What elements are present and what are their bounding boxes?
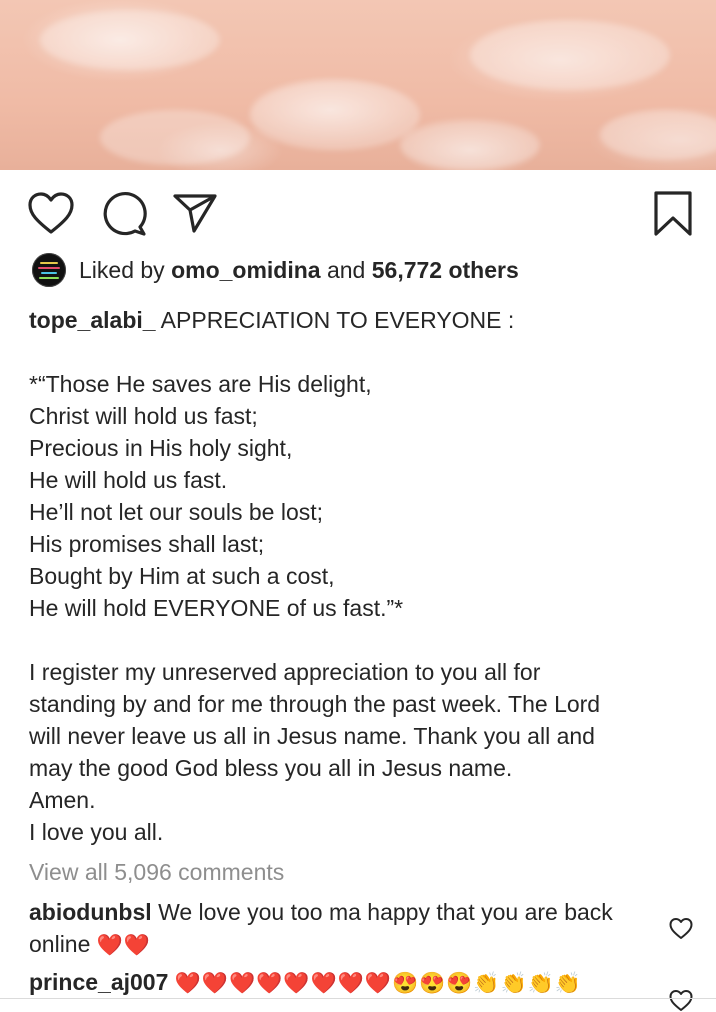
comment-text: We love you too ma happy that you are ba… [158, 899, 613, 925]
verse-line: He will hold EVERYONE of us fast.”* [29, 595, 404, 621]
comment-username[interactable]: abiodunbsl [29, 899, 152, 925]
verse-line: His promises shall last; [29, 531, 265, 557]
body-line: Amen. [29, 787, 96, 813]
caption-username[interactable]: tope_alabi_ [29, 307, 156, 333]
caption-headline: APPRECIATION TO EVERYONE : [160, 307, 515, 333]
bookmark-icon[interactable] [653, 191, 693, 237]
verse-line: *“Those He saves are His delight, [29, 371, 372, 397]
likes-summary: Liked by omo_omidina and 56,772 others [32, 252, 519, 288]
post-image[interactable] [0, 0, 716, 170]
heart-outline-icon[interactable] [27, 192, 75, 236]
body-line: I register my unreserved appreciation to… [29, 659, 541, 685]
divider [0, 998, 716, 999]
post-caption: tope_alabi_ APPRECIATION TO EVERYONE : *… [29, 304, 689, 848]
liked-by-user[interactable]: omo_omidina [171, 257, 321, 284]
comment-text-cont: online [29, 931, 91, 957]
body-line: standing by and for me through the past … [29, 691, 601, 717]
verse-line: Bought by Him at such a cost, [29, 563, 335, 589]
likes-count[interactable]: 56,772 others [372, 257, 519, 284]
post-action-bar [0, 170, 716, 252]
verse-line: Christ will hold us fast; [29, 403, 258, 429]
comment-item: prince_aj007 ❤️❤️❤️❤️❤️❤️❤️❤️😍😍😍👏👏👏👏 [29, 966, 659, 1000]
verse-line: Precious in His holy sight, [29, 435, 293, 461]
verse-line: He will hold us fast. [29, 467, 228, 493]
body-line: I love you all. [29, 819, 164, 845]
comment-bubble-icon[interactable] [100, 190, 148, 236]
comment-username[interactable]: prince_aj007 [29, 969, 168, 995]
liked-by-connector: and [326, 256, 366, 283]
liked-by-prefix: Liked by [79, 256, 165, 283]
view-all-comments-link[interactable]: View all 5,096 comments [29, 856, 284, 888]
comment-item: abiodunbsl We love you too ma happy that… [29, 896, 659, 962]
comment-emoji: ❤️❤️❤️❤️❤️❤️❤️❤️😍😍😍👏👏👏👏 [174, 972, 582, 995]
comment-heart-icon[interactable] [669, 918, 693, 940]
verse-line: He’ll not let our souls be lost; [29, 499, 324, 525]
body-line: will never leave us all in Jesus name. T… [29, 723, 595, 749]
body-line: may the good God bless you all in Jesus … [29, 755, 513, 781]
liker-avatar[interactable] [32, 253, 66, 287]
paper-plane-icon[interactable] [172, 192, 218, 234]
comment-emoji: ❤️❤️ [96, 934, 152, 957]
